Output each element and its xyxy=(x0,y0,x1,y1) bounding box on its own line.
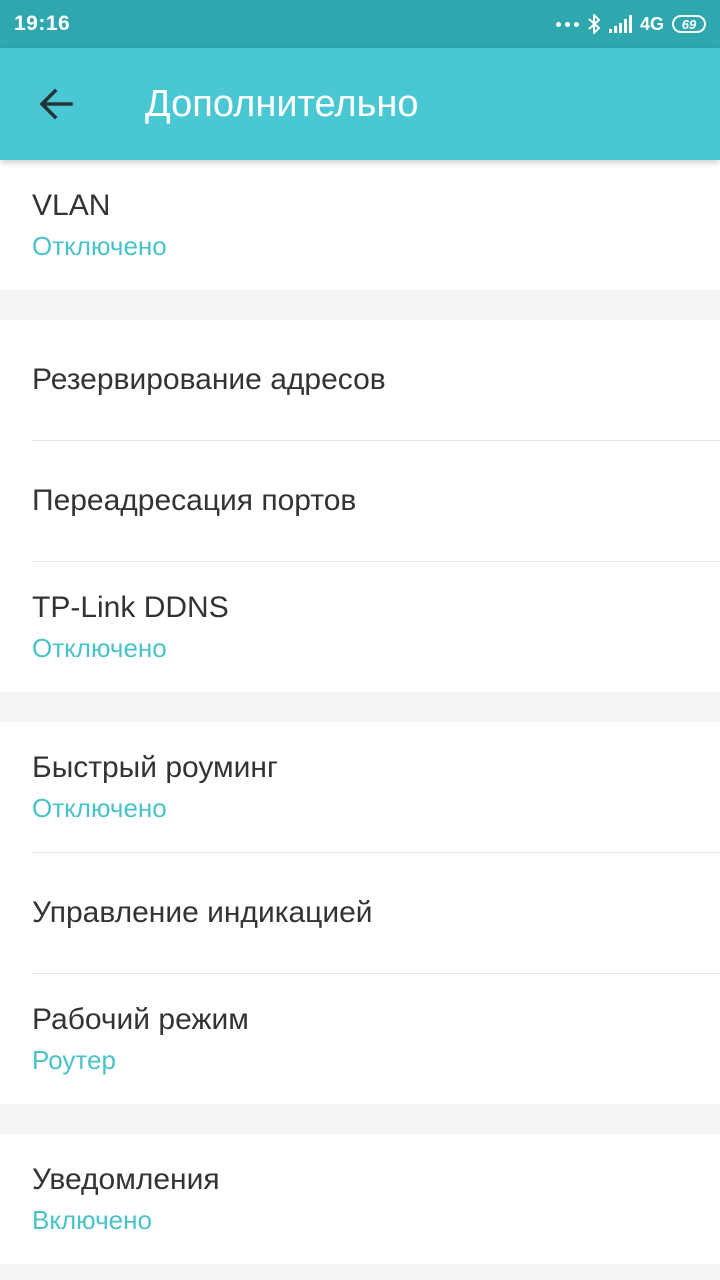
item-value: Отключено xyxy=(32,632,167,663)
item-value: Отключено xyxy=(32,792,167,823)
list-item-operation-mode[interactable]: Рабочий режим Роутер xyxy=(0,974,720,1104)
list-item-notifications[interactable]: Уведомления Включено xyxy=(0,1134,720,1264)
back-button[interactable] xyxy=(25,73,87,135)
item-value: Отключено xyxy=(32,230,167,261)
list-item-address-reservation[interactable]: Резервирование адресов xyxy=(0,320,720,440)
list-item-vlan[interactable]: VLAN Отключено xyxy=(0,160,720,290)
item-label: Переадресация портов xyxy=(32,484,357,517)
battery-level: 69 xyxy=(681,16,697,32)
more-notifications-icon xyxy=(555,21,579,27)
group-network: Резервирование адресов Переадресация пор… xyxy=(0,320,720,692)
network-type: 4G xyxy=(639,13,664,34)
list-item-tplink-ddns[interactable]: TP-Link DDNS Отключено xyxy=(0,562,720,692)
section-gap xyxy=(0,290,720,320)
item-label: VLAN xyxy=(32,188,111,222)
status-time: 19:16 xyxy=(14,12,71,35)
item-label: Рабочий режим xyxy=(32,1002,249,1036)
list-item-led-control[interactable]: Управление индикацией xyxy=(0,853,720,973)
item-label: Резервирование адресов xyxy=(32,363,386,396)
section-gap xyxy=(0,1104,720,1134)
app-bar: Дополнительно xyxy=(0,48,720,160)
page-title: Дополнительно xyxy=(145,82,419,125)
group-vlan: VLAN Отключено xyxy=(0,160,720,290)
status-icons: 4G 69 xyxy=(555,13,706,35)
signal-icon xyxy=(608,15,632,33)
list-item-port-forwarding[interactable]: Переадресация портов xyxy=(0,441,720,561)
item-value: Роутер xyxy=(32,1044,116,1075)
item-label: TP-Link DDNS xyxy=(32,590,229,624)
item-label: Управление индикацией xyxy=(32,896,373,929)
item-label: Уведомления xyxy=(32,1162,220,1196)
item-value: Включено xyxy=(32,1204,152,1235)
settings-list: VLAN Отключено Резервирование адресов Пе… xyxy=(0,160,720,1264)
item-label: Быстрый роуминг xyxy=(32,750,278,784)
arrow-left-icon xyxy=(39,88,73,120)
group-notifications: Уведомления Включено xyxy=(0,1134,720,1264)
bluetooth-icon xyxy=(588,14,600,34)
section-gap xyxy=(0,692,720,722)
list-item-fast-roaming[interactable]: Быстрый роуминг Отключено xyxy=(0,722,720,852)
battery-icon: 69 xyxy=(672,15,706,33)
group-system: Быстрый роуминг Отключено Управление инд… xyxy=(0,722,720,1104)
status-bar: 19:16 4G 69 xyxy=(0,0,720,48)
